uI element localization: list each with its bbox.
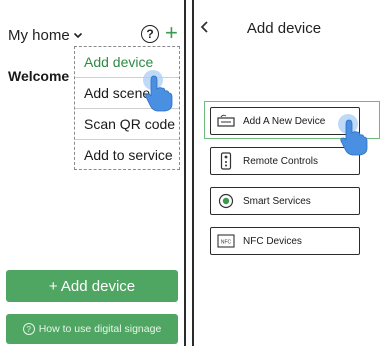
plus-icon[interactable]: + — [165, 21, 178, 45]
smart-services-icon — [217, 192, 235, 210]
chevron-down-icon — [73, 32, 82, 39]
help-icon[interactable]: ? — [141, 25, 159, 43]
menu-item-add-to-service[interactable]: Add to service — [75, 140, 179, 171]
list-item-label: NFC Devices — [243, 235, 302, 247]
add-device-button[interactable]: + Add device — [6, 270, 178, 302]
list-item-smart-services[interactable]: Smart Services — [210, 187, 360, 215]
tap-hand-icon — [143, 70, 173, 112]
menu-item-scan-qr-code[interactable]: Scan QR code — [75, 109, 179, 140]
how-to-use-button[interactable]: ? How to use digital signage — [6, 314, 178, 344]
remote-control-icon — [217, 152, 235, 170]
add-device-screen: Add device Add A New Device Remote Contr… — [192, 0, 380, 346]
list-item-label: Smart Services — [243, 195, 311, 207]
nfc-icon-text: NFC — [221, 240, 232, 246]
home-title: My home — [8, 26, 70, 44]
home-selector[interactable]: My home — [8, 27, 83, 44]
welcome-text: Welcome h — [8, 68, 78, 84]
add-device-icon — [217, 112, 235, 130]
home-header: My home ? + — [8, 21, 180, 46]
page-title: Add device — [246, 20, 322, 37]
list-item-nfc-devices[interactable]: NFC NFC Devices — [210, 227, 360, 255]
list-item-label: Add A New Device — [243, 115, 326, 127]
list-item-label: Remote Controls — [243, 155, 319, 167]
how-to-use-label: How to use digital signage — [38, 323, 162, 335]
tap-hand-icon — [338, 114, 368, 156]
nfc-icon: NFC — [217, 232, 235, 250]
question-circle-icon: ? — [22, 323, 35, 335]
home-screen: My home ? + Welcome h Add device Add sce… — [0, 0, 186, 346]
